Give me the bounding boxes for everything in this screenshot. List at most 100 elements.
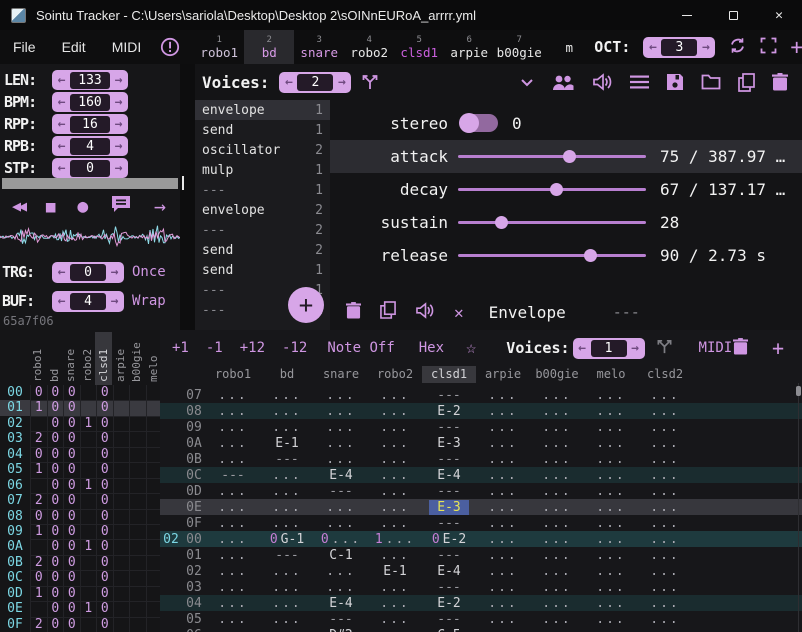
instrument-tab-clsd1[interactable]: 5clsd1 [394,30,444,64]
pattern-cell[interactable]: ... [260,611,314,627]
pattern-cell[interactable]: ... [206,611,260,627]
pattern-cell[interactable]: ... [530,563,584,579]
order-cell[interactable] [146,524,161,540]
pattern-cell[interactable]: ... [260,595,314,611]
order-cell[interactable] [113,617,130,632]
pattern-cell[interactable]: 0E-2 [422,531,476,547]
song-progress-bar[interactable] [2,178,178,189]
pattern-cell[interactable]: ... [638,483,692,499]
pattern-cell[interactable]: ... [530,499,584,515]
pattern-cell[interactable]: ... [206,531,260,547]
pattern-cell[interactable]: ... [530,451,584,467]
order-cell[interactable] [113,447,130,463]
unit-row-dashdashdash[interactable]: ---1 [195,180,330,200]
order-cell[interactable] [146,447,161,463]
pattern-cell[interactable]: ... [368,403,422,419]
pattern-cell[interactable]: D#2 [314,627,368,632]
octave-stepper[interactable]: ←3→ [643,37,715,58]
rewind-icon[interactable]: ◀◀ [12,197,24,215]
order-cell[interactable] [30,539,47,555]
pattern-cell[interactable]: C-5 [422,627,476,632]
track-voices-stepper[interactable]: ←1→ [573,338,645,359]
order-cell[interactable]: 0 [96,462,113,478]
pattern-cell[interactable]: ... [260,403,314,419]
order-cell[interactable]: 0 [63,601,80,617]
setting-stepper-rpp[interactable]: ←16→ [52,114,128,134]
instrument-tab-m[interactable]: m [544,30,594,64]
order-cell[interactable] [80,431,97,447]
pattern-cell[interactable]: ... [368,419,422,435]
order-cell[interactable]: 0 [47,601,64,617]
unit-row-send[interactable]: send2 [195,240,330,260]
pattern-cell[interactable]: ... [476,403,530,419]
order-cell[interactable]: 0 [96,447,113,463]
order-cell[interactable] [129,416,146,432]
param-slider-decay[interactable] [458,188,646,191]
pattern-col-bd[interactable]: bd [260,366,314,383]
order-cell[interactable]: 0 [30,509,47,525]
split-voices-icon[interactable] [361,73,379,91]
pattern-cell[interactable]: ... [476,483,530,499]
decrement-arrow[interactable]: ← [53,158,70,179]
pattern-cell[interactable]: --- [422,547,476,563]
pattern-cell[interactable]: --- [422,579,476,595]
pattern-cell[interactable]: ... [584,531,638,547]
follow-arrow-icon[interactable]: → [154,194,166,218]
pattern-cell[interactable]: ... [584,403,638,419]
order-cell[interactable]: 0 [47,555,64,571]
disable-unit-icon[interactable]: ✕ [454,303,464,322]
panic-icon[interactable] [160,37,180,57]
fullscreen-icon[interactable] [760,37,777,58]
pattern-col-clsd2[interactable]: clsd2 [638,366,692,383]
pattern-cell[interactable]: E-4 [314,595,368,611]
stepper-value[interactable]: 0 [70,264,106,281]
pattern-cell[interactable]: ... [638,611,692,627]
pattern-cell[interactable]: ... [530,547,584,563]
pattern-cell[interactable]: E-1 [260,435,314,451]
pattern-cell[interactable]: 0... [314,531,368,547]
order-cell[interactable] [113,385,130,401]
add-instrument-icon[interactable]: + [790,35,802,59]
order-cell[interactable] [80,509,97,525]
setting-stepper-buf[interactable]: ←4→ [52,291,124,312]
slider-knob[interactable] [495,216,508,229]
pattern-cell[interactable]: ... [584,483,638,499]
unit-speaker-icon[interactable] [415,302,435,323]
setting-stepper-bpm[interactable]: ←160→ [52,92,128,112]
pattern-cell[interactable]: ... [530,531,584,547]
param-slider-sustain[interactable] [458,221,646,224]
pattern-cell[interactable]: ... [206,403,260,419]
copy-icon[interactable] [738,73,755,92]
close-button[interactable]: ✕ [756,0,802,30]
unit-row-dashdashdash[interactable]: ---2 [195,220,330,240]
add-track-icon[interactable]: + [772,336,784,360]
pattern-cell[interactable]: E-1 [368,563,422,579]
unit-row-mulp[interactable]: mulp1 [195,160,330,180]
order-cell[interactable]: 1 [30,524,47,540]
pattern-cell[interactable]: ... [638,467,692,483]
instrument-tab-robo1[interactable]: 1robo1 [194,30,244,64]
pattern-cell[interactable]: ... [476,595,530,611]
pattern-cell[interactable]: ... [530,515,584,531]
unit-row-send[interactable]: send1 [195,260,330,280]
order-cell[interactable] [129,493,146,509]
pattern-cell[interactable]: ... [368,387,422,403]
instrument-tab-robo2[interactable]: 4robo2 [344,30,394,64]
stereo-toggle[interactable] [460,114,498,132]
increment-arrow[interactable]: → [627,338,644,359]
order-cell[interactable]: 0 [47,400,64,416]
order-cell[interactable]: 0 [63,385,80,401]
pattern-cell[interactable]: ... [584,387,638,403]
minimize-button[interactable] [664,0,710,30]
setting-stepper-stp[interactable]: ←0→ [52,158,128,178]
instrument-tab-arpie[interactable]: 6arpie [444,30,494,64]
pattern-cell[interactable]: ... [476,419,530,435]
add-unit-button[interactable]: + [288,287,324,323]
order-cell[interactable] [80,447,97,463]
order-cell[interactable] [80,493,97,509]
order-cell[interactable] [30,416,47,432]
stepper-value[interactable]: 4 [70,138,110,155]
order-cell[interactable] [129,586,146,602]
pattern-cell[interactable]: ... [638,579,692,595]
order-cell[interactable]: 0 [96,431,113,447]
